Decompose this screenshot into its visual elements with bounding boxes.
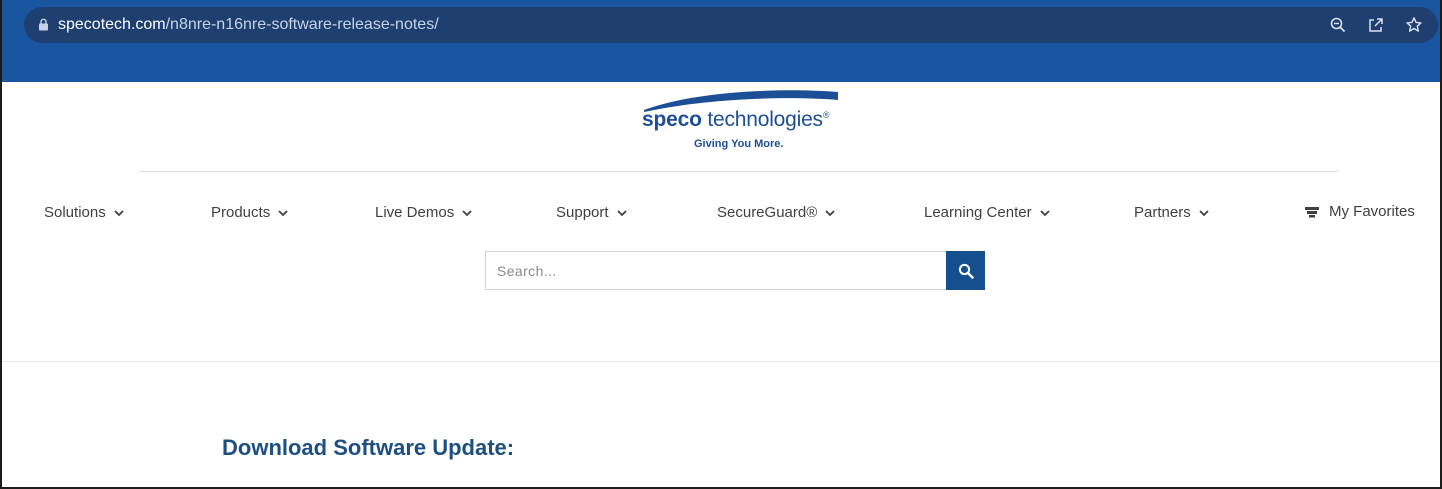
lock-icon[interactable]	[38, 18, 49, 31]
chevron-down-icon	[1199, 209, 1209, 216]
logo-brand-light: technologies	[701, 108, 823, 131]
nav-item-support[interactable]: Support	[556, 204, 627, 221]
browser-window: specotech.com/n8nre-n16nre-software-rele…	[0, 0, 1442, 489]
site-search	[485, 251, 985, 290]
url-text[interactable]: specotech.com/n8nre-n16nre-software-rele…	[58, 16, 439, 34]
nav-item-label: SecureGuard®	[717, 204, 818, 221]
page-title: Download Software Update:	[222, 435, 515, 460]
search-button[interactable]	[946, 251, 985, 290]
chevron-down-icon	[825, 209, 835, 216]
share-icon[interactable]	[1366, 15, 1386, 35]
nav-item-solutions[interactable]: Solutions	[44, 204, 124, 221]
nav-item-label: Solutions	[44, 204, 106, 221]
nav-item-live-demos[interactable]: Live Demos	[375, 204, 472, 221]
nav-item-label: Partners	[1134, 204, 1191, 221]
main-navigation: Solutions Products Live Demos Support Se…	[2, 200, 1440, 228]
favorites-icon	[1305, 206, 1319, 217]
address-bar-actions	[1328, 13, 1424, 37]
speco-logo[interactable]: speco technologies® Giving You More.	[638, 86, 848, 156]
chevron-down-icon	[278, 209, 288, 216]
nav-item-label: Live Demos	[375, 204, 455, 221]
zoom-icon[interactable]	[1328, 15, 1348, 35]
browser-toolbar: specotech.com/n8nre-n16nre-software-rele…	[2, 0, 1440, 82]
chevron-down-icon	[462, 209, 472, 216]
address-bar[interactable]: specotech.com/n8nre-n16nre-software-rele…	[24, 7, 1438, 43]
url-host: specotech.com	[58, 16, 166, 33]
nav-item-label: Products	[211, 204, 271, 221]
search-icon	[958, 263, 974, 279]
chevron-down-icon	[1039, 209, 1050, 216]
nav-item-label: Learning Center	[924, 204, 1032, 221]
chevron-down-icon	[114, 209, 124, 216]
logo-wordmark: speco technologies®	[642, 108, 830, 132]
nav-item-secureguard[interactable]: SecureGuard®	[717, 204, 835, 221]
logo-brand-bold: speco	[642, 108, 702, 131]
logo-registered-mark: ®	[822, 110, 830, 120]
logo-tagline: Giving You More.	[694, 138, 784, 150]
header-divider	[140, 171, 1338, 172]
section-divider	[2, 361, 1440, 362]
url-path: /n8nre-n16nre-software-release-notes/	[165, 16, 439, 33]
search-input[interactable]	[485, 251, 947, 290]
nav-item-products[interactable]: Products	[211, 204, 288, 221]
nav-item-label: Support	[556, 204, 609, 221]
nav-my-favorites[interactable]: My Favorites	[1304, 203, 1415, 220]
my-favorites-label: My Favorites	[1329, 203, 1415, 220]
nav-item-learning-center[interactable]: Learning Center	[924, 204, 1050, 221]
bookmark-star-icon[interactable]	[1404, 15, 1424, 35]
nav-item-partners[interactable]: Partners	[1134, 204, 1209, 221]
chevron-down-icon	[616, 209, 627, 216]
